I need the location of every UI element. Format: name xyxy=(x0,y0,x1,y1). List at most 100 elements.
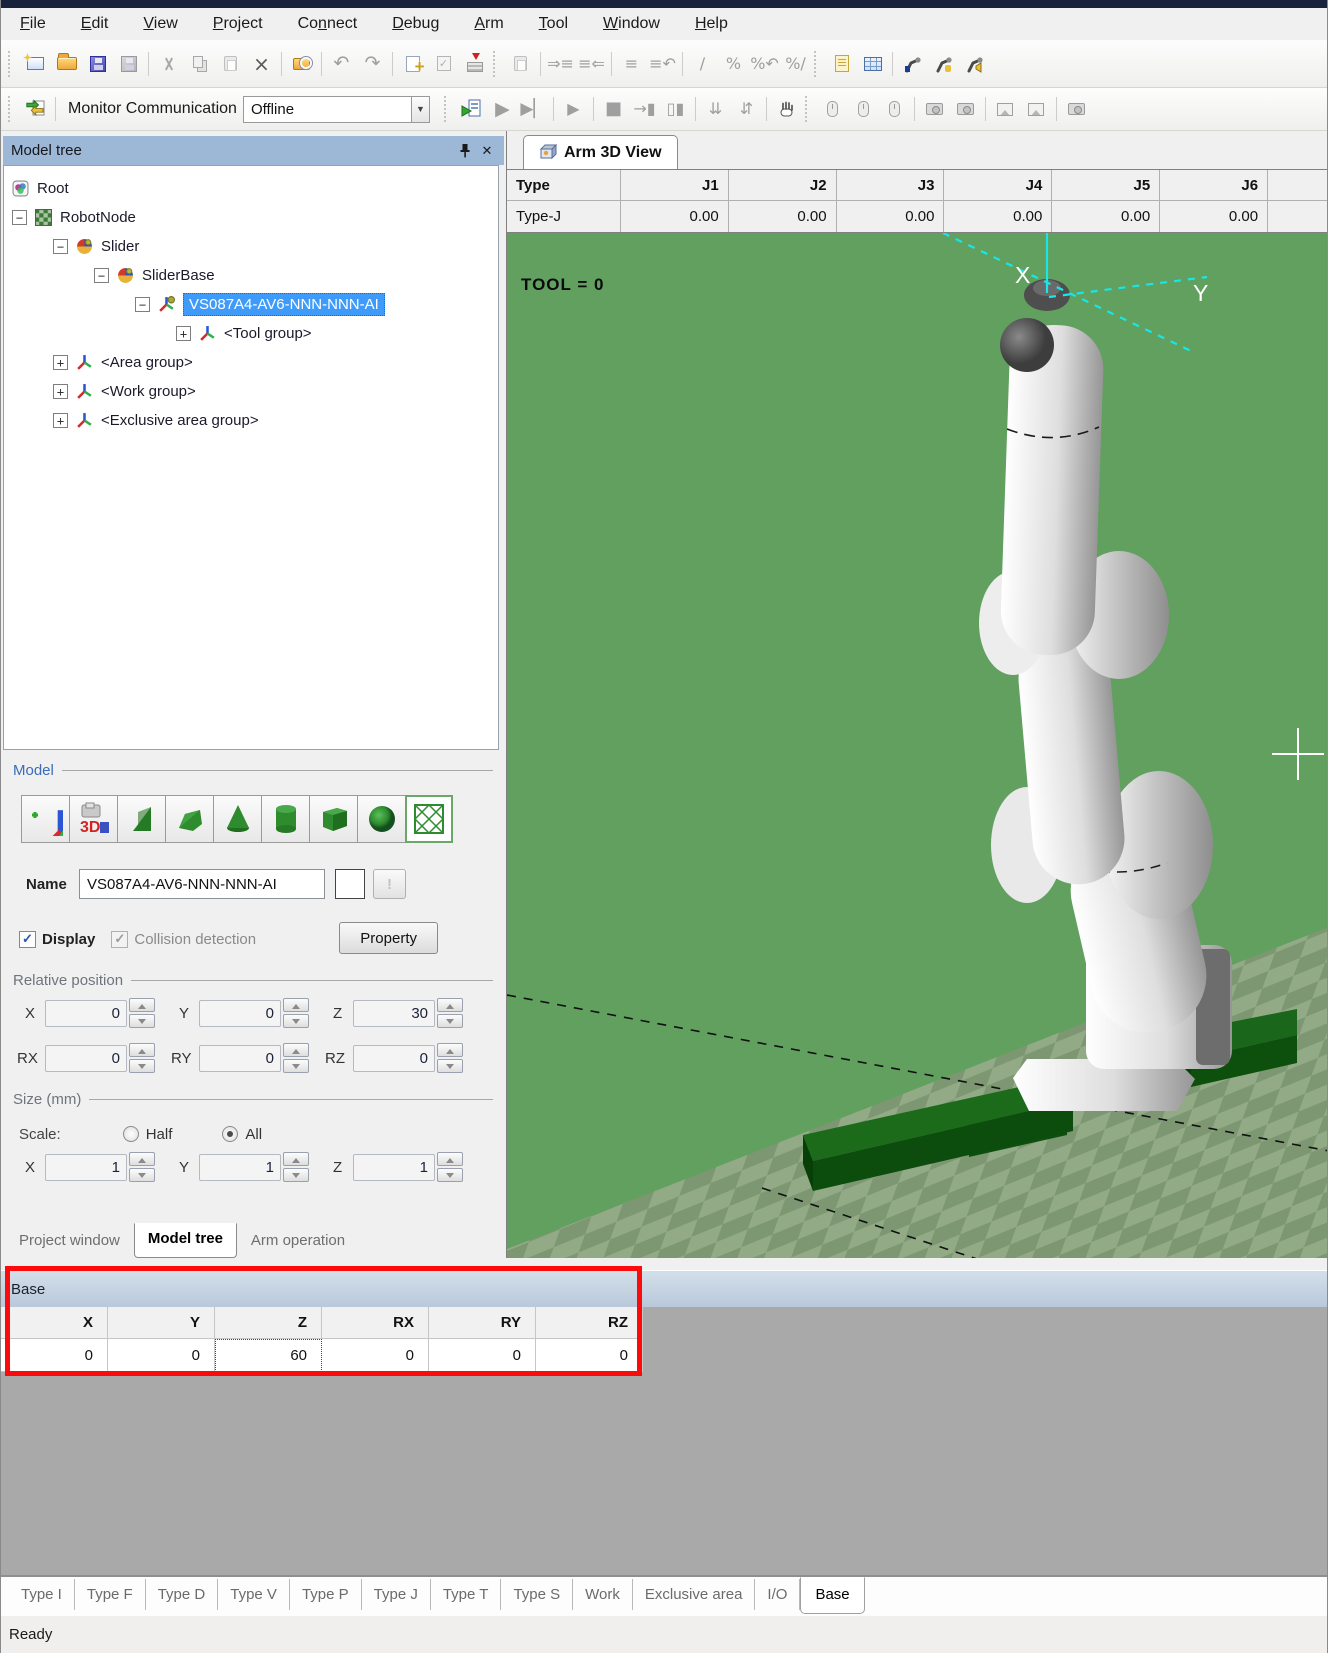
spin-up-icon[interactable] xyxy=(437,1043,463,1057)
export-button[interactable] xyxy=(459,48,490,79)
menu-project[interactable]: Project xyxy=(200,11,276,37)
pan-hand-button[interactable] xyxy=(771,94,802,125)
new-project-button[interactable] xyxy=(20,48,51,79)
validate-button[interactable]: ✓ xyxy=(428,48,459,79)
name-input[interactable]: VS087A4-AV6-NNN-NNN-AI xyxy=(79,869,325,899)
expander-icon[interactable]: − xyxy=(12,210,27,225)
shape-prism-button[interactable] xyxy=(165,795,213,843)
property-button[interactable]: Property xyxy=(339,922,438,954)
menu-connect[interactable]: Connect xyxy=(285,11,371,37)
tab-exclusive-area[interactable]: Exclusive area xyxy=(633,1579,756,1610)
spin-up-icon[interactable] xyxy=(437,998,463,1012)
expander-icon[interactable]: − xyxy=(53,239,68,254)
rel-x-input[interactable]: 0 xyxy=(45,1000,127,1027)
j6-value[interactable]: 0.00 xyxy=(1160,201,1268,232)
rel-rz-input[interactable]: 0 xyxy=(353,1045,435,1072)
rel-ry-input[interactable]: 0 xyxy=(199,1045,281,1072)
run-button[interactable] xyxy=(456,94,487,125)
variable-table-button[interactable] xyxy=(857,48,888,79)
shape-wedge-button[interactable] xyxy=(117,795,165,843)
outdent-button[interactable]: ≡⇐ xyxy=(576,48,607,79)
tab-arm-operation[interactable]: Arm operation xyxy=(237,1225,359,1258)
tab-type-d[interactable]: Type D xyxy=(146,1579,219,1610)
snapshot-3-button[interactable] xyxy=(1061,94,1092,125)
tab-arm-3d-view[interactable]: Arm 3D View xyxy=(523,135,678,169)
spin-down-icon[interactable] xyxy=(283,1059,309,1073)
tree-item-work-group[interactable]: + <Work group> xyxy=(4,377,498,406)
base-x-value[interactable]: 0 xyxy=(1,1339,108,1372)
spin-up-icon[interactable] xyxy=(283,998,309,1012)
base-rx-value[interactable]: 0 xyxy=(322,1339,429,1372)
shape-cube-button[interactable] xyxy=(309,795,357,843)
cut-button[interactable] xyxy=(153,48,184,79)
toolbar-grip[interactable] xyxy=(8,51,15,77)
align-list-button[interactable]: ≡ xyxy=(616,48,647,79)
display-checkbox[interactable]: ✓ xyxy=(19,931,36,948)
arm-teach-button[interactable] xyxy=(897,48,928,79)
j3-value[interactable]: 0.00 xyxy=(837,201,945,232)
toolbar-grip[interactable] xyxy=(805,96,812,122)
arm-speech-button[interactable] xyxy=(959,48,990,79)
breakpoint-slash-button[interactable]: ∕ xyxy=(687,48,718,79)
tab-io[interactable]: I/O xyxy=(755,1579,800,1610)
menu-window[interactable]: Window xyxy=(590,11,673,37)
transfer-button[interactable] xyxy=(20,94,51,125)
rel-y-input[interactable]: 0 xyxy=(199,1000,281,1027)
breakpoint-percent-button[interactable]: % xyxy=(718,48,749,79)
camera-view-1-button[interactable] xyxy=(919,94,950,125)
robot-arm[interactable] xyxy=(979,279,1232,1111)
snapshot-2-button[interactable] xyxy=(1021,94,1052,125)
pin-icon[interactable] xyxy=(456,142,474,160)
dock-splitter[interactable] xyxy=(1,1258,1328,1270)
tree-item-sliderbase[interactable]: − SliderBase xyxy=(4,261,498,290)
rel-x-stepper[interactable] xyxy=(129,998,155,1028)
expander-icon[interactable]: + xyxy=(176,326,191,341)
tab-type-v[interactable]: Type V xyxy=(218,1579,290,1610)
spin-up-icon[interactable] xyxy=(283,1152,309,1166)
shape-plane-button[interactable] xyxy=(405,795,453,843)
save-button[interactable] xyxy=(113,48,144,79)
spin-up-icon[interactable] xyxy=(437,1152,463,1166)
comment-button[interactable]: ≡↶ xyxy=(647,48,678,79)
open-project-button[interactable] xyxy=(51,48,82,79)
size-x-input[interactable]: 1 xyxy=(45,1154,127,1181)
spin-down-icon[interactable] xyxy=(437,1014,463,1028)
tab-type-s[interactable]: Type S xyxy=(501,1579,573,1610)
j2-value[interactable]: 0.00 xyxy=(729,201,837,232)
alert-button[interactable]: ! xyxy=(373,869,406,899)
spin-up-icon[interactable] xyxy=(129,1043,155,1057)
step-out-button[interactable]: ⇵ xyxy=(731,94,762,125)
expander-icon[interactable]: + xyxy=(53,384,68,399)
tree-item-tool-group[interactable]: + <Tool group> xyxy=(4,319,498,348)
rel-rx-stepper[interactable] xyxy=(129,1043,155,1073)
spin-down-icon[interactable] xyxy=(129,1014,155,1028)
toolbar-grip[interactable] xyxy=(444,96,451,122)
close-icon[interactable]: ✕ xyxy=(478,142,496,160)
redo-button[interactable]: ↷ xyxy=(357,48,388,79)
rel-z-input[interactable]: 30 xyxy=(353,1000,435,1027)
snapshot-1-button[interactable] xyxy=(990,94,1021,125)
spin-up-icon[interactable] xyxy=(129,1152,155,1166)
communication-mode-combo[interactable]: Offline ▼ xyxy=(243,96,430,123)
expander-icon[interactable]: + xyxy=(53,413,68,428)
size-x-stepper[interactable] xyxy=(129,1152,155,1182)
spin-down-icon[interactable] xyxy=(129,1168,155,1182)
spin-up-icon[interactable] xyxy=(283,1043,309,1057)
stop-button[interactable]: ■ xyxy=(598,94,629,125)
form-editor-button[interactable] xyxy=(826,48,857,79)
rel-rx-input[interactable]: 0 xyxy=(45,1045,127,1072)
size-y-stepper[interactable] xyxy=(283,1152,309,1182)
spin-down-icon[interactable] xyxy=(129,1059,155,1073)
camera-view-2-button[interactable] xyxy=(950,94,981,125)
rel-y-stepper[interactable] xyxy=(283,998,309,1028)
indent-button[interactable]: ⇒≡ xyxy=(545,48,576,79)
j4-value[interactable]: 0.00 xyxy=(944,201,1052,232)
tree-item-exclusive-area-group[interactable]: + <Exclusive area group> xyxy=(4,406,498,435)
spin-up-icon[interactable] xyxy=(129,998,155,1012)
tab-type-f[interactable]: Type F xyxy=(75,1579,146,1610)
size-z-input[interactable]: 1 xyxy=(353,1154,435,1181)
base-rz-value[interactable]: 0 xyxy=(536,1339,643,1372)
scale-all-radio[interactable] xyxy=(222,1126,238,1142)
toolbar-grip[interactable] xyxy=(814,51,821,77)
spin-down-icon[interactable] xyxy=(283,1014,309,1028)
